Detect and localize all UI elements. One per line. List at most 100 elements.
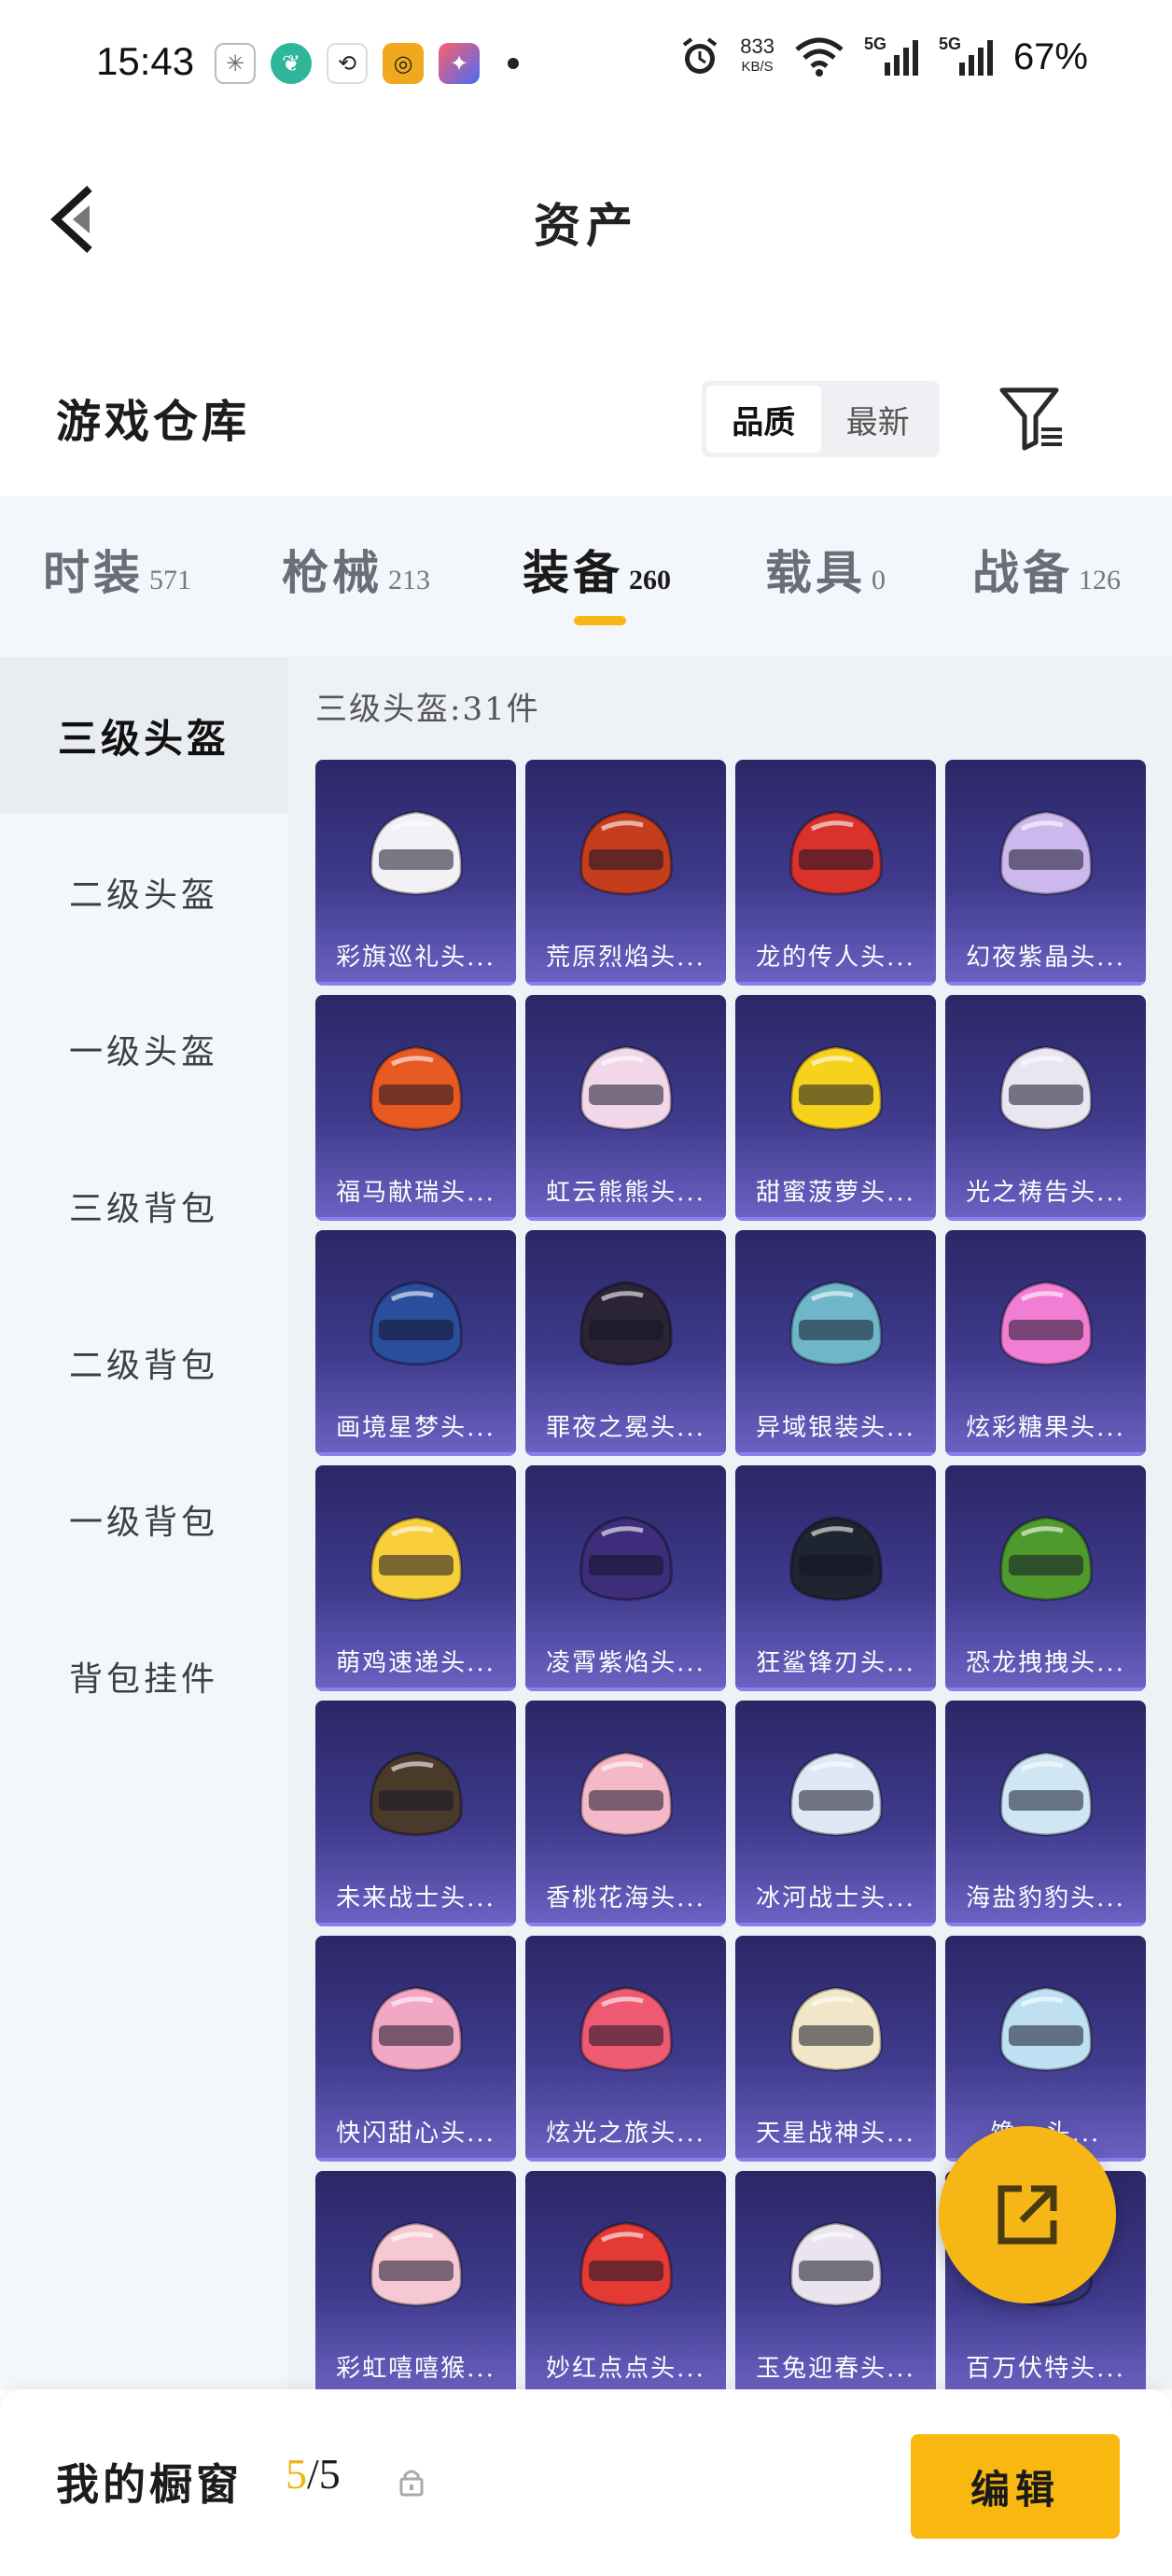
- item-count-label: 三级头盔:31件: [315, 691, 540, 728]
- tab-label: 枪械: [282, 545, 383, 600]
- leaf-app-icon: ❦: [271, 43, 312, 84]
- sort-quality-option[interactable]: 品质: [706, 385, 821, 453]
- helmet-icon: [370, 810, 463, 896]
- helmet-name: 狂鲨锋刃头...: [756, 1649, 915, 1677]
- showcase-label: 我的橱窗: [56, 2459, 243, 2510]
- tab-weapons[interactable]: 枪械 213: [282, 536, 430, 603]
- helmet-card[interactable]: 荒原烈焰头...: [525, 760, 726, 986]
- sidebar-item-level1-backpack[interactable]: 一级背包: [0, 1441, 287, 1598]
- helmet-icon: [789, 810, 883, 896]
- helmet-card[interactable]: 天星战神头...: [735, 1936, 936, 2162]
- helmet-icon: [579, 1516, 673, 1602]
- helmet-icon: [999, 1516, 1093, 1602]
- helmet-icon: [579, 1281, 673, 1366]
- subcategory-sidebar: 三级头盔 二级头盔 一级头盔 三级背包 二级背包 一级背包 背包挂件: [0, 657, 287, 2389]
- helmet-card[interactable]: 快闪甜心头...: [315, 1936, 516, 2162]
- helmet-name: 光之祷告头...: [966, 1179, 1125, 1207]
- helmet-card[interactable]: 恐龙拽拽头...: [945, 1465, 1146, 1691]
- helmet-card[interactable]: 彩虹嘻嘻猴...: [315, 2171, 516, 2397]
- filter-button[interactable]: [997, 381, 1071, 455]
- signal-1-label: 5G: [863, 35, 886, 53]
- helmet-card[interactable]: 冰河战士头...: [735, 1701, 936, 1926]
- helmet-name: 罪夜之冕头...: [546, 1414, 705, 1442]
- helmet-icon: [579, 2221, 673, 2307]
- helmet-card[interactable]: 凌霄紫焰头...: [525, 1465, 726, 1691]
- helmet-card[interactable]: 未来战士头...: [315, 1701, 516, 1926]
- helmet-card[interactable]: 炫彩糖果头...: [945, 1230, 1146, 1456]
- edit-button[interactable]: 编辑: [911, 2434, 1120, 2539]
- sidebar-item-level2-backpack[interactable]: 二级背包: [0, 1284, 287, 1441]
- category-tabs: 时装 571 枪械 213 装备 260 载具 0 战备 126: [0, 497, 1172, 657]
- tab-label: 装备: [523, 545, 623, 600]
- more-notifications-icon: [508, 58, 519, 69]
- helmet-name: 凌霄紫焰头...: [546, 1649, 705, 1677]
- helmet-card[interactable]: 甜蜜菠萝头...: [735, 995, 936, 1221]
- share-icon: [998, 2185, 1057, 2245]
- helmet-name: 彩虹嘻嘻猴...: [336, 2355, 495, 2383]
- net-speed-value: 833: [740, 35, 774, 58]
- sidebar-item-level3-helmet[interactable]: 三级头盔: [0, 657, 287, 814]
- helmet-card[interactable]: 彩旗巡礼头...: [315, 760, 516, 986]
- helmet-icon: [789, 2221, 883, 2307]
- helmet-card[interactable]: 福马献瑞头...: [315, 995, 516, 1221]
- helmet-icon: [370, 1986, 463, 2072]
- helmet-card[interactable]: 狂鲨锋刃头...: [735, 1465, 936, 1691]
- helmet-icon: [999, 1281, 1093, 1366]
- status-right: 833 KB/S 5G 5G 67%: [678, 35, 1088, 78]
- helmet-icon: [789, 1045, 883, 1131]
- helmet-card[interactable]: 香桃花海头...: [525, 1701, 726, 1926]
- battery-level: 67%: [1012, 35, 1088, 77]
- helmet-name: 炫彩糖果头...: [966, 1414, 1125, 1442]
- sidebar-item-level3-backpack[interactable]: 三级背包: [0, 1127, 287, 1284]
- helmet-card[interactable]: 异域银装头...: [735, 1230, 936, 1456]
- target-app-icon: ◎: [383, 43, 424, 84]
- helmet-name: 萌鸡速递头...: [336, 1649, 495, 1677]
- tab-count: 213: [388, 565, 430, 595]
- helmet-card[interactable]: 炫光之旅头...: [525, 1936, 726, 2162]
- helmet-name: 恐龙拽拽头...: [966, 1649, 1125, 1677]
- sort-toggle: 品质 最新: [702, 381, 940, 457]
- helmet-name: 快闪甜心头...: [336, 2120, 495, 2148]
- helmet-card[interactable]: 罪夜之冕头...: [525, 1230, 726, 1456]
- helmet-name: 妙红点点头...: [546, 2355, 705, 2383]
- helmet-name: 龙的传人头...: [756, 944, 915, 972]
- tab-vehicles[interactable]: 载具 0: [765, 536, 886, 603]
- helmet-icon: [999, 1986, 1093, 2072]
- helmet-name: 画境星梦头...: [336, 1414, 495, 1442]
- sidebar-item-backpack-charm[interactable]: 背包挂件: [0, 1598, 287, 1755]
- tab-equipment[interactable]: 装备 260: [523, 536, 671, 603]
- helmet-card[interactable]: 妙红点点头...: [525, 2171, 726, 2397]
- tab-supplies[interactable]: 战备 126: [972, 536, 1121, 603]
- showcase-count: 5/5: [286, 2449, 341, 2499]
- helmet-card[interactable]: 海盐豹豹头...: [945, 1701, 1146, 1926]
- sidebar-item-level2-helmet[interactable]: 二级头盔: [0, 814, 287, 971]
- share-button[interactable]: [939, 2126, 1116, 2303]
- active-tab-indicator: [574, 616, 626, 625]
- helmet-card[interactable]: 萌鸡速递头...: [315, 1465, 516, 1691]
- helmet-icon: [579, 810, 673, 896]
- helmet-card[interactable]: 玉兔迎春头...: [735, 2171, 936, 2397]
- helmet-card[interactable]: 龙的传人头...: [735, 760, 936, 986]
- helmet-icon: [579, 1045, 673, 1131]
- status-app-icons: ✳ ❦ ⟲ ◎ ✦: [215, 43, 519, 84]
- helmet-icon: [370, 1045, 463, 1131]
- helmet-card[interactable]: 幻夜紫晶头...: [945, 760, 1146, 986]
- helmet-card[interactable]: 画境星梦头...: [315, 1230, 516, 1456]
- lock-icon: [399, 2470, 424, 2497]
- helmet-icon: [370, 1516, 463, 1602]
- tab-fashion[interactable]: 时装 571: [43, 536, 191, 603]
- wifi-icon: [795, 37, 844, 77]
- status-time: 15:43: [96, 39, 195, 83]
- star-app-icon: ✦: [439, 43, 480, 84]
- helmet-card[interactable]: 虹云熊熊头...: [525, 995, 726, 1221]
- showcase-total: /5: [307, 2450, 341, 2498]
- status-bar: 15:43 ✳ ❦ ⟲ ◎ ✦ 833 KB/S 5G 5G 67%: [0, 0, 1172, 131]
- helmet-card[interactable]: 光之祷告头...: [945, 995, 1146, 1221]
- tab-count: 0: [872, 565, 886, 595]
- tab-count: 126: [1079, 565, 1121, 595]
- helmet-name: 福马献瑞头...: [336, 1179, 495, 1207]
- sidebar-item-level1-helmet[interactable]: 一级头盔: [0, 971, 287, 1127]
- helmet-icon: [789, 1281, 883, 1366]
- helmet-name: 香桃花海头...: [546, 1884, 705, 1912]
- sort-newest-option[interactable]: 最新: [821, 385, 936, 453]
